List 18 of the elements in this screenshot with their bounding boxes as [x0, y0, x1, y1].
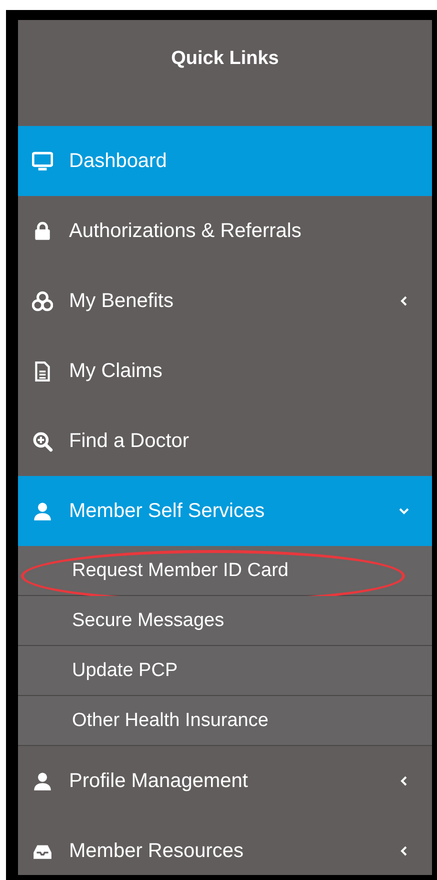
menu-item[interactable]: Find a Doctor	[18, 406, 432, 476]
monitor-icon	[32, 150, 53, 172]
document-icon	[32, 360, 53, 382]
submenu-item[interactable]: Other Health Insurance	[18, 696, 432, 746]
submenu-item[interactable]: Secure Messages	[18, 596, 432, 646]
zoom-in-icon	[32, 430, 53, 452]
user-icon	[32, 500, 53, 522]
menu-item[interactable]: My Claims	[18, 336, 432, 406]
panel-title: Quick Links	[170, 47, 280, 71]
submenu-item[interactable]: Request Member ID Card	[18, 546, 432, 596]
menu-item[interactable]: Profile Management	[18, 746, 432, 816]
submenu-item[interactable]: Update PCP	[18, 646, 432, 696]
user-icon	[32, 770, 53, 792]
menu-item[interactable]: Member Resources	[18, 816, 432, 875]
circles-icon	[32, 290, 53, 312]
menu-item[interactable]: Authorizations & Referrals	[18, 196, 432, 266]
menu-item[interactable]: My Benefits	[18, 266, 432, 336]
lock-icon	[32, 220, 53, 242]
